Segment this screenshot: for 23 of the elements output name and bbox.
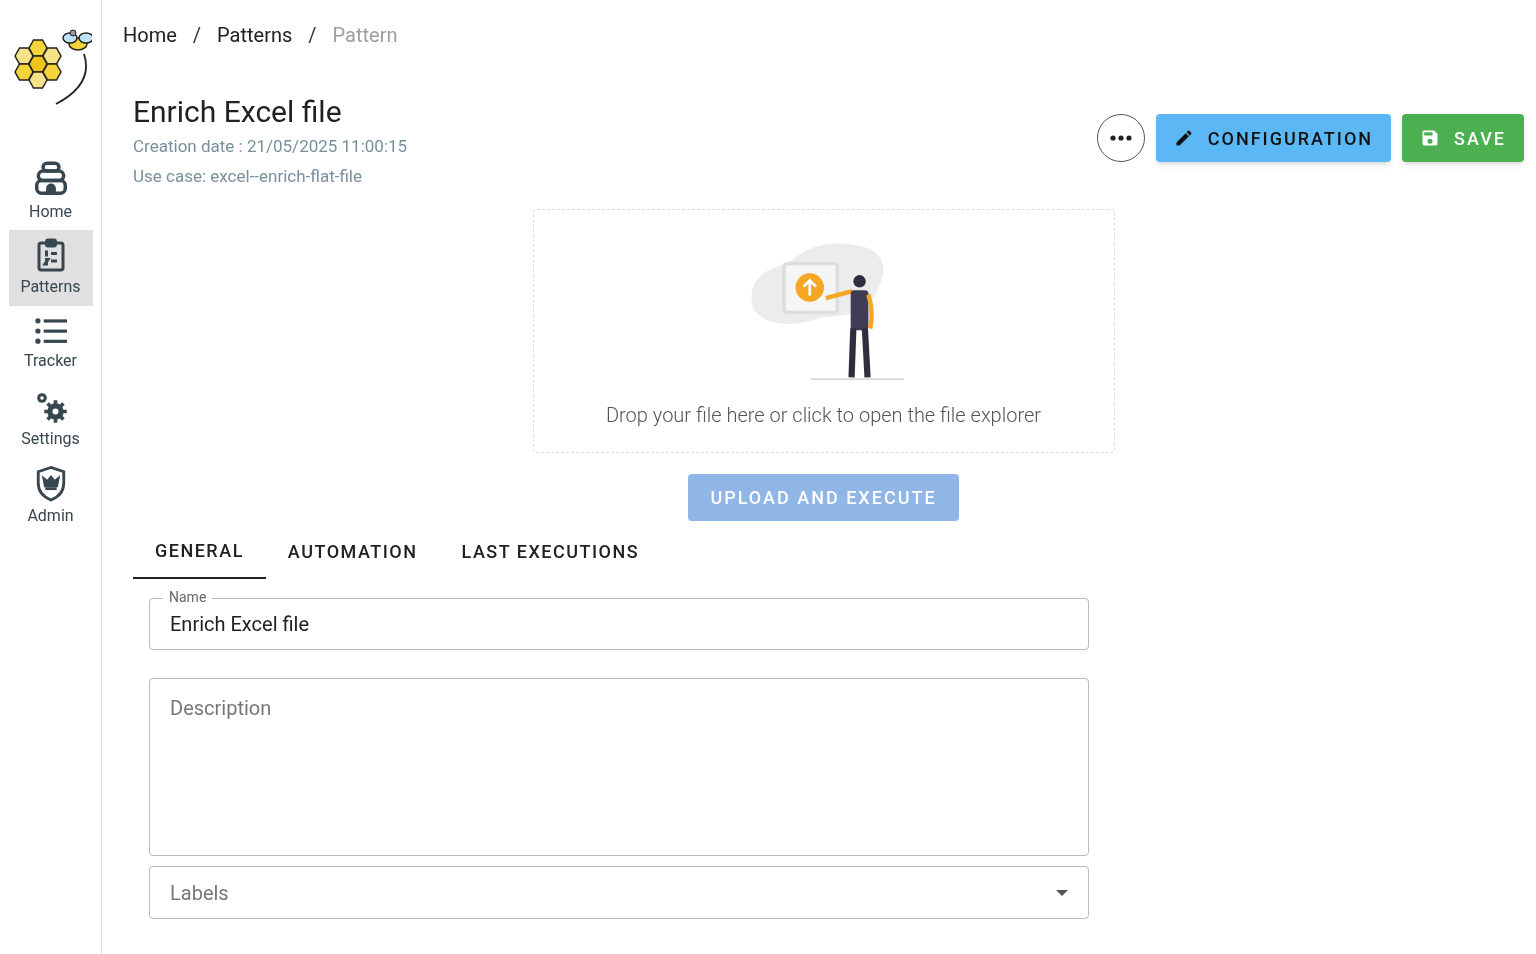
description-field[interactable]: Description	[149, 678, 1089, 856]
configuration-button[interactable]: CONFIGURATION	[1155, 114, 1392, 162]
breadcrumb-separator: /	[192, 22, 202, 49]
tab[interactable]: LAST EXECUTIONS	[439, 523, 662, 579]
sidebar-item[interactable]: Home	[8, 154, 93, 230]
page-title: Enrich Excel file	[133, 94, 343, 130]
sidebar-item[interactable]: Admin	[8, 458, 93, 534]
dropzone-text: Drop your file here or click to open the file explorer	[605, 402, 1042, 429]
breadcrumb-link[interactable]: Home	[123, 20, 177, 50]
labels-select[interactable]: Labels	[149, 866, 1089, 919]
tab[interactable]: AUTOMATION	[265, 523, 440, 579]
sidebar-item[interactable]: Settings	[8, 382, 93, 458]
creation-date: Creation date : 21/05/2025 11:00:15	[133, 135, 408, 158]
sidebar-item[interactable]: Tracker	[8, 306, 93, 382]
sidebar-item[interactable]: Patterns	[8, 230, 93, 306]
file-dropzone[interactable]: Drop your file here or click to open the file explorer	[532, 209, 1115, 453]
breadcrumb-separator: /	[308, 22, 317, 49]
tab[interactable]: GENERAL	[133, 523, 266, 579]
dropdown-caret-icon	[1056, 889, 1068, 896]
breadcrumb-link[interactable]: Patterns	[217, 20, 293, 50]
list-icon	[32, 315, 69, 347]
use-case: Use case: excel--enrich-flat-file	[133, 164, 363, 188]
more-icon	[1109, 135, 1132, 141]
